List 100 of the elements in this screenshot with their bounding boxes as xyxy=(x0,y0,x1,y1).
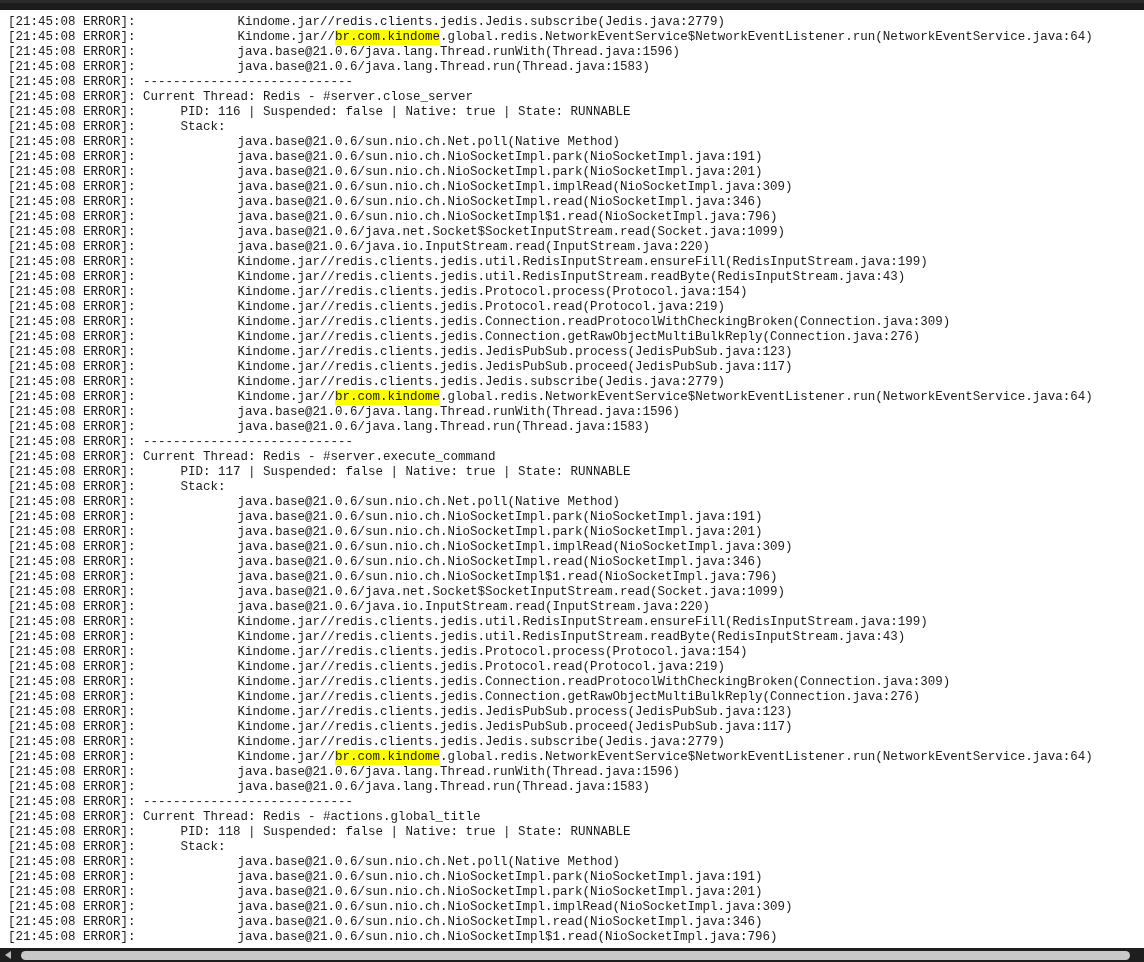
log-prefix: [21:45:08 ERROR]: xyxy=(8,420,136,435)
log-message: PID: 118 | Suspended: false | Native: true | State: RUNNABLE xyxy=(180,825,631,840)
log-message: Kindome.jar//redis.clients.jedis.JedisPubSub.process(JedisPubSub.java:123) xyxy=(237,705,793,720)
log-prefix: [21:45:08 ERROR]: xyxy=(8,735,136,750)
log-prefix: [21:45:08 ERROR]: xyxy=(8,750,136,765)
log-prefix: [21:45:08 ERROR]: xyxy=(8,120,136,135)
log-message: java.base@21.0.6/sun.nio.ch.NioSocketImpl$1.read(NioSocketImpl.java:796) xyxy=(237,210,778,225)
log-message: Kindome.jar//redis.clients.jedis.Connection.readProtocolWithCheckingBroken(Connection.java:309) xyxy=(237,315,951,330)
log-message: PID: 116 | Suspended: false | Native: true | State: RUNNABLE xyxy=(180,105,631,120)
log-prefix: [21:45:08 ERROR]: xyxy=(8,615,136,630)
log-message: Kindome.jar//redis.clients.jedis.Jedis.subscribe(Jedis.java:2779) xyxy=(237,375,726,390)
log-message: Kindome.jar//redis.clients.jedis.Jedis.subscribe(Jedis.java:2779) xyxy=(237,735,726,750)
log-prefix: [21:45:08 ERROR]: xyxy=(8,705,136,720)
log-message: java.base@21.0.6/sun.nio.ch.NioSocketImpl$1.read(NioSocketImpl.java:796) xyxy=(237,570,778,585)
log-prefix: [21:45:08 ERROR]: xyxy=(8,135,136,150)
log-message: java.base@21.0.6/java.io.InputStream.read(InputStream.java:220) xyxy=(237,240,711,255)
log-prefix: [21:45:08 ERROR]: xyxy=(8,270,136,285)
log-prefix: [21:45:08 ERROR]: xyxy=(8,855,136,870)
log-message: java.base@21.0.6/sun.nio.ch.Net.poll(Native Method) xyxy=(237,135,621,150)
log-prefix: [21:45:08 ERROR]: xyxy=(8,885,136,900)
log-message: java.base@21.0.6/java.lang.Thread.run(Thread.java:1583) xyxy=(237,780,651,795)
log-message: java.base@21.0.6/java.io.InputStream.read(InputStream.java:220) xyxy=(237,600,711,615)
log-message: Current Thread: Redis - #server.close_server xyxy=(143,90,474,105)
log-prefix: [21:45:08 ERROR]: xyxy=(8,570,136,585)
log-message: Stack: xyxy=(180,120,226,135)
log-prefix: [21:45:08 ERROR]: xyxy=(8,240,136,255)
log-prefix: [21:45:08 ERROR]: xyxy=(8,825,136,840)
log-message: Kindome.jar//redis.clients.jedis.Connection.getRawObjectMultiBulkReply(Connection.java:276) xyxy=(237,330,921,345)
log-prefix: [21:45:08 ERROR]: xyxy=(8,465,136,480)
log-message: PID: 117 | Suspended: false | Native: true | State: RUNNABLE xyxy=(180,465,631,480)
scrollbar-thumb[interactable] xyxy=(21,950,1130,960)
log-message: java.base@21.0.6/sun.nio.ch.NioSocketImpl.implRead(NioSocketImpl.java:309) xyxy=(237,900,793,915)
log-message: Kindome.jar//redis.clients.jedis.Protocol.read(Protocol.java:219) xyxy=(237,300,726,315)
log-message: Kindome.jar//redis.clients.jedis.Protocol.read(Protocol.java:219) xyxy=(237,660,726,675)
log-message: java.base@21.0.6/sun.nio.ch.NioSocketImpl.park(NioSocketImpl.java:201) xyxy=(237,165,763,180)
log-prefix: [21:45:08 ERROR]: xyxy=(8,810,136,825)
highlighted-text: br.com.kindome xyxy=(335,750,441,765)
log-prefix: [21:45:08 ERROR]: xyxy=(8,15,136,30)
log-prefix: [21:45:08 ERROR]: xyxy=(8,105,136,120)
log-prefix: [21:45:08 ERROR]: xyxy=(8,630,136,645)
log-prefix: [21:45:08 ERROR]: xyxy=(8,900,136,915)
log-prefix: [21:45:08 ERROR]: xyxy=(8,30,136,45)
log-message: Stack: xyxy=(180,840,226,855)
log-prefix: [21:45:08 ERROR]: xyxy=(8,675,136,690)
log-prefix: [21:45:08 ERROR]: xyxy=(8,600,136,615)
log-prefix: [21:45:08 ERROR]: xyxy=(8,180,136,195)
horizontal-scrollbar[interactable] xyxy=(0,948,1144,962)
log-prefix: [21:45:08 ERROR]: xyxy=(8,75,136,90)
log-prefix: [21:45:08 ERROR]: xyxy=(8,690,136,705)
log-prefix: [21:45:08 ERROR]: xyxy=(8,645,136,660)
log-message: java.base@21.0.6/sun.nio.ch.NioSocketImpl$1.read(NioSocketImpl.java:796) xyxy=(237,930,778,945)
log-message: Kindome.jar// xyxy=(237,750,336,765)
log-message: java.base@21.0.6/sun.nio.ch.NioSocketImpl.park(NioSocketImpl.java:191) xyxy=(237,870,763,885)
log-prefix: [21:45:08 ERROR]: xyxy=(8,45,136,60)
log-prefix: [21:45:08 ERROR]: xyxy=(8,450,136,465)
log-message: ---------------------------- xyxy=(143,75,354,90)
log-prefix: [21:45:08 ERROR]: xyxy=(8,510,136,525)
log-prefix: [21:45:08 ERROR]: xyxy=(8,405,136,420)
log-prefix: [21:45:08 ERROR]: xyxy=(8,360,136,375)
log-message: java.base@21.0.6/java.lang.Thread.runWith(Thread.java:1596) xyxy=(237,405,681,420)
log-prefix: [21:45:08 ERROR]: xyxy=(8,435,136,450)
log-message: Kindome.jar//redis.clients.jedis.JedisPubSub.process(JedisPubSub.java:123) xyxy=(237,345,793,360)
log-prefix: [21:45:08 ERROR]: xyxy=(8,285,136,300)
log-message: java.base@21.0.6/java.lang.Thread.runWith(Thread.java:1596) xyxy=(237,45,681,60)
log-prefix: [21:45:08 ERROR]: xyxy=(8,585,136,600)
log-message: java.base@21.0.6/sun.nio.ch.Net.poll(Native Method) xyxy=(237,495,621,510)
log-prefix: [21:45:08 ERROR]: xyxy=(8,525,136,540)
log-prefix: [21:45:08 ERROR]: xyxy=(8,330,136,345)
log-message: Kindome.jar//redis.clients.jedis.Protocol.process(Protocol.java:154) xyxy=(237,645,748,660)
log-message: java.base@21.0.6/sun.nio.ch.NioSocketImpl.read(NioSocketImpl.java:346) xyxy=(237,555,763,570)
log-message: Kindome.jar//redis.clients.jedis.util.RedisInputStream.ensureFill(RedisInputStream.java:199) xyxy=(237,615,928,630)
log-message: Kindome.jar//redis.clients.jedis.util.RedisInputStream.ensureFill(RedisInputStream.java:199) xyxy=(237,255,928,270)
log-message: java.base@21.0.6/sun.nio.ch.NioSocketImpl.park(NioSocketImpl.java:191) xyxy=(237,150,763,165)
log-prefix: [21:45:08 ERROR]: xyxy=(8,60,136,75)
log-message: Kindome.jar//redis.clients.jedis.JedisPubSub.proceed(JedisPubSub.java:117) xyxy=(237,360,793,375)
log-prefix: [21:45:08 ERROR]: xyxy=(8,210,136,225)
log-prefix: [21:45:08 ERROR]: xyxy=(8,375,136,390)
log-prefix: [21:45:08 ERROR]: xyxy=(8,915,136,930)
log-message: java.base@21.0.6/java.lang.Thread.run(Thread.java:1583) xyxy=(237,60,651,75)
log-message: .global.redis.NetworkEventService$NetworkEventListener.run(NetworkEventService.java:64) xyxy=(440,390,1093,405)
log-prefix: [21:45:08 ERROR]: xyxy=(8,660,136,675)
log-prefix: [21:45:08 ERROR]: xyxy=(8,90,136,105)
log-message: Kindome.jar// xyxy=(237,30,336,45)
log-message: Kindome.jar//redis.clients.jedis.Jedis.subscribe(Jedis.java:2779) xyxy=(237,15,726,30)
highlighted-text: br.com.kindome xyxy=(335,390,441,405)
log-message: java.base@21.0.6/java.net.Socket$SocketInputStream.read(Socket.java:1099) xyxy=(237,585,786,600)
log-prefix: [21:45:08 ERROR]: xyxy=(8,255,136,270)
log-prefix: [21:45:08 ERROR]: xyxy=(8,315,136,330)
log-prefix: [21:45:08 ERROR]: xyxy=(8,480,136,495)
log-message: Kindome.jar//redis.clients.jedis.Protocol.process(Protocol.java:154) xyxy=(237,285,748,300)
log-message: ---------------------------- xyxy=(143,435,354,450)
log-prefix: [21:45:08 ERROR]: xyxy=(8,165,136,180)
log-prefix: [21:45:08 ERROR]: xyxy=(8,195,136,210)
scroll-left-icon[interactable] xyxy=(5,951,11,959)
log-prefix: [21:45:08 ERROR]: xyxy=(8,720,136,735)
log-message: java.base@21.0.6/sun.nio.ch.NioSocketImpl.implRead(NioSocketImpl.java:309) xyxy=(237,180,793,195)
highlighted-text: br.com.kindome xyxy=(335,30,441,45)
log-message: java.base@21.0.6/sun.nio.ch.NioSocketImpl.implRead(NioSocketImpl.java:309) xyxy=(237,540,793,555)
log-message: ---------------------------- xyxy=(143,795,354,810)
log-message: java.base@21.0.6/sun.nio.ch.NioSocketImpl.park(NioSocketImpl.java:201) xyxy=(237,525,763,540)
